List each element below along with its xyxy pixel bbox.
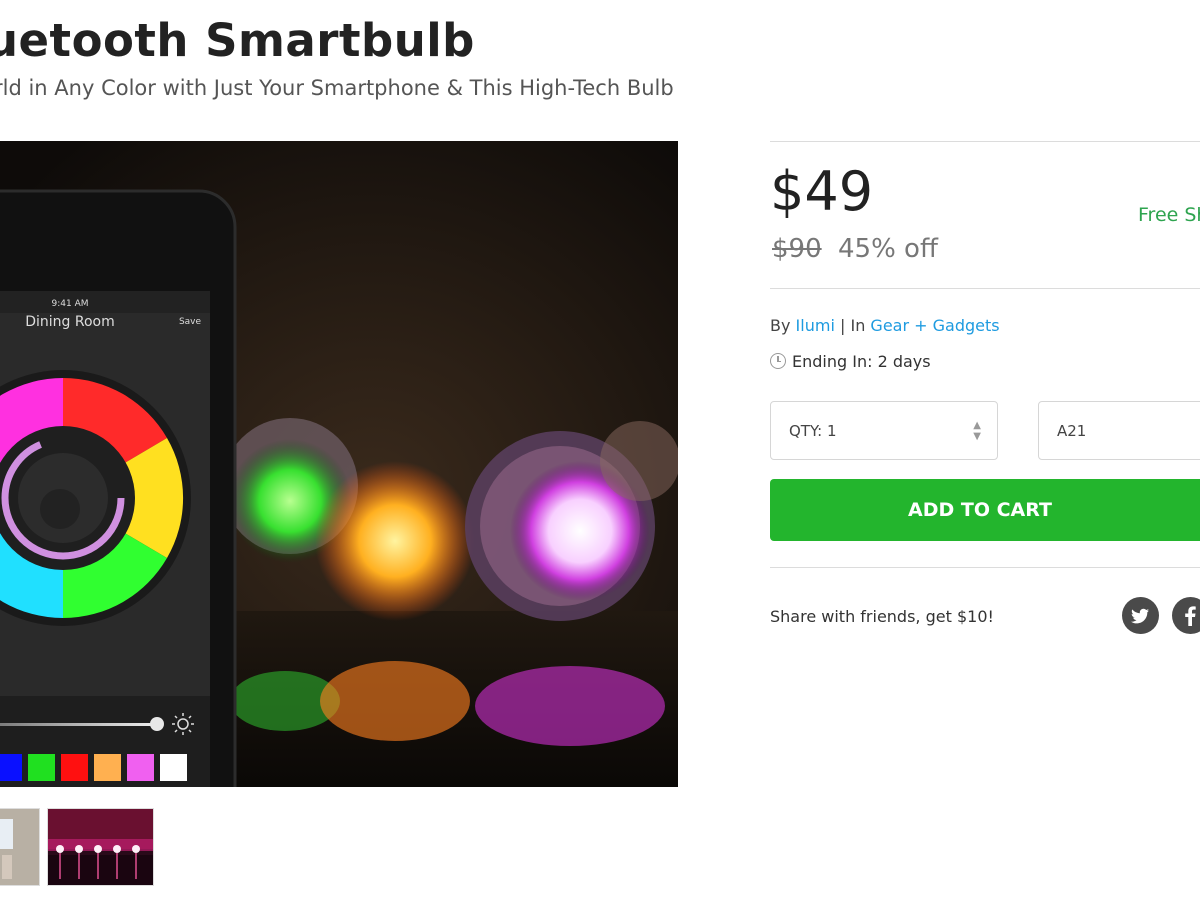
- clock-icon: [770, 353, 786, 369]
- thumbnail-1[interactable]: [0, 808, 40, 886]
- hero-photo-illustration: 9:41 AM Dining Room Save: [0, 141, 678, 787]
- ending-text: Ending In: 2 days: [792, 352, 931, 371]
- product-hero-image[interactable]: 9:41 AM Dining Room Save: [0, 141, 678, 787]
- by-prefix: By: [770, 316, 791, 335]
- divider-actions: [770, 567, 1200, 568]
- quantity-select[interactable]: QTY: 1 ▲ ▼: [770, 401, 998, 460]
- add-to-cart-button[interactable]: ADD TO CART: [770, 479, 1200, 541]
- original-price: $90: [772, 234, 822, 264]
- free-shipping-label: Free Sh: [1138, 204, 1200, 226]
- phone-save-label: Save: [179, 317, 202, 327]
- sale-price: $49: [770, 160, 874, 223]
- byline-separator: |: [839, 316, 846, 335]
- share-text: Share with friends, get $10!: [770, 607, 994, 626]
- color-swatch[interactable]: [28, 754, 55, 781]
- facebook-icon[interactable]: [1172, 597, 1200, 634]
- divider-top: [770, 141, 1200, 142]
- color-swatch[interactable]: [127, 754, 154, 781]
- color-swatch[interactable]: [94, 754, 121, 781]
- brand-link[interactable]: Ilumi: [796, 316, 835, 335]
- product-byline: By Ilumi | In Gear + Gadgets: [770, 316, 1000, 335]
- variant-label: A21: [1057, 422, 1087, 440]
- color-swatch[interactable]: [61, 754, 88, 781]
- color-swatch[interactable]: [0, 754, 22, 781]
- product-subtitle: rld in Any Color with Just Your Smartpho…: [0, 76, 674, 100]
- ending-countdown: Ending In: 2 days: [770, 352, 931, 371]
- discount-label: 45% off: [838, 234, 938, 264]
- thumbnail-2[interactable]: [47, 808, 154, 886]
- in-prefix: In: [850, 316, 866, 335]
- twitter-icon[interactable]: [1122, 597, 1159, 634]
- category-link[interactable]: Gear + Gadgets: [870, 316, 999, 335]
- phone-time: 9:41 AM: [52, 299, 89, 309]
- variant-select[interactable]: A21: [1038, 401, 1200, 460]
- product-title: uetooth Smartbulb: [0, 14, 475, 67]
- phone-room-title: Dining Room: [25, 314, 115, 330]
- quantity-label: QTY: 1: [789, 422, 837, 440]
- color-swatch[interactable]: [160, 754, 187, 781]
- spinner-arrows-icon: ▲ ▼: [973, 420, 981, 442]
- divider-price: [770, 288, 1200, 289]
